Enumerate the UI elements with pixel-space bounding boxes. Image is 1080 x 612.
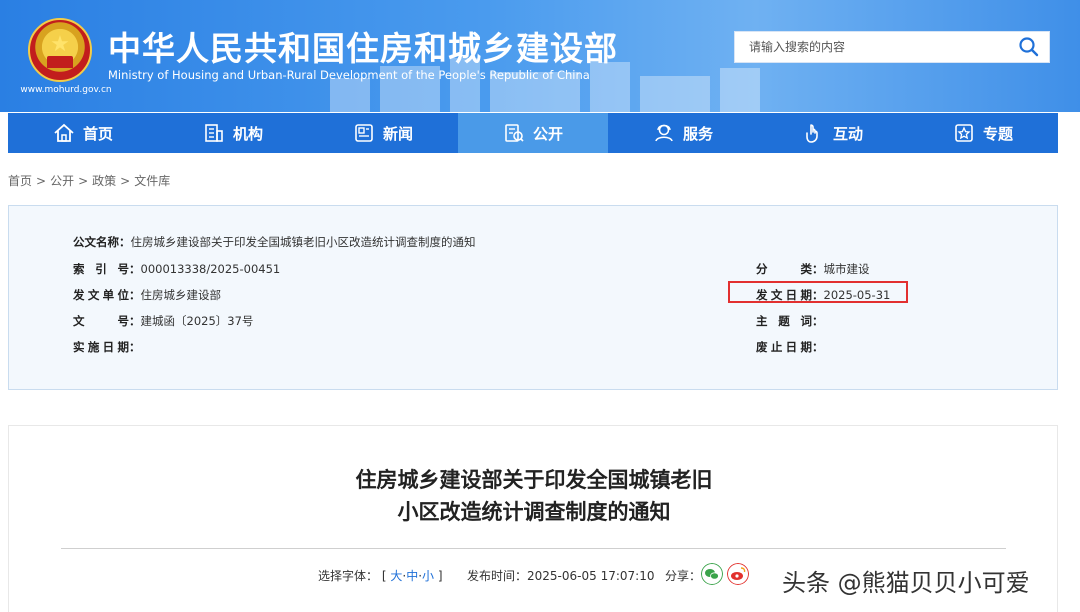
publish-time-value: 2025-06-05 17:07:10: [527, 569, 655, 583]
nav-item-service[interactable]: 服务: [608, 113, 758, 153]
meta-doc-no-value: 建城函〔2025〕37号: [140, 314, 254, 328]
font-size-medium[interactable]: 中: [406, 569, 418, 583]
nav-label: 新闻: [382, 124, 413, 143]
nav-label: 机构: [232, 124, 263, 143]
topic-icon: [955, 124, 973, 142]
meta-issuer-value: 住房城乡建设部: [140, 288, 222, 302]
nav-label: 服务: [682, 124, 713, 143]
building-icon: [205, 124, 223, 142]
home-icon: [54, 123, 74, 142]
breadcrumb-disclosure[interactable]: 公开: [50, 174, 74, 188]
meta-row-keywords: 主题词：: [756, 314, 824, 328]
nav-item-topic[interactable]: 专题: [908, 113, 1058, 153]
meta-category-value: 城市建设: [823, 262, 870, 276]
publish-time: 发布时间：2025-06-05 17:07:10: [467, 569, 655, 583]
nav-item-interaction[interactable]: 互动: [758, 113, 908, 153]
breadcrumb-file-library[interactable]: 文件库: [134, 174, 170, 188]
nav-item-disclosure[interactable]: 公开: [458, 113, 608, 153]
news-icon: [355, 124, 373, 142]
watermark-text: 头条 @熊猫贝贝小可爱: [782, 569, 1030, 597]
nav-item-organization[interactable]: 机构: [158, 113, 308, 153]
breadcrumb-home[interactable]: 首页: [8, 174, 32, 188]
disclosure-icon: [505, 124, 524, 142]
nav-item-news[interactable]: 新闻: [308, 113, 458, 153]
meta-doc-name-value: 住房城乡建设部关于印发全国城镇老旧小区改造统计调查制度的通知: [130, 235, 476, 249]
main-nav: 首页 机构 新闻 公开 服务 互动 专题: [8, 113, 1058, 153]
meta-index-no-value: 000013338/2025-00451: [140, 262, 281, 276]
nav-item-home[interactable]: 首页: [8, 113, 158, 153]
font-size-selector: 选择字体： [ 大·中·小 ]: [318, 569, 443, 583]
search-button[interactable]: [1017, 36, 1041, 58]
breadcrumb-policy[interactable]: 政策: [92, 174, 116, 188]
national-emblem-icon: ★: [28, 18, 92, 82]
breadcrumb: 首页 > 公开 > 政策 > 文件库: [8, 174, 171, 188]
issue-date-highlight-box: [728, 281, 908, 303]
page: ★ www.mohurd.gov.cn 中华人民共和国住房和城乡建设部 Mini…: [0, 0, 1080, 612]
nav-label: 互动: [832, 124, 863, 143]
search-box: [734, 31, 1050, 63]
site-header: ★ www.mohurd.gov.cn 中华人民共和国住房和城乡建设部 Mini…: [0, 0, 1080, 112]
font-size-large[interactable]: 大: [390, 569, 402, 583]
site-url: www.mohurd.gov.cn: [20, 85, 112, 95]
nav-label: 首页: [82, 124, 113, 143]
site-title-cn: 中华人民共和国住房和城乡建设部: [108, 29, 618, 68]
share-label: 分享：: [665, 569, 702, 583]
meta-row-doc-no: 文号：建城函〔2025〕37号: [73, 314, 254, 328]
nav-label: 专题: [982, 124, 1013, 143]
article-title-line-2: 小区改造统计调查制度的通知: [397, 500, 671, 524]
meta-row-issuer: 发文单位：住房城乡建设部: [73, 288, 222, 302]
meta-row-index-no: 索引号：000013338/2025-00451: [73, 262, 281, 276]
font-size-small[interactable]: 小: [422, 569, 434, 583]
article-divider: [61, 548, 1006, 549]
site-title-en: Ministry of Housing and Urban-Rural Deve…: [108, 68, 590, 82]
nav-label: 公开: [532, 124, 563, 143]
meta-row-doc-name: 公文名称：住房城乡建设部关于印发全国城镇老旧小区改造统计调查制度的通知: [73, 235, 476, 249]
search-input[interactable]: [735, 32, 1005, 62]
meta-row-category: 分类：城市建设: [756, 262, 870, 276]
wechat-share-icon[interactable]: [701, 563, 723, 585]
search-icon: [1019, 37, 1039, 57]
weibo-share-icon[interactable]: [727, 563, 749, 585]
interaction-icon: [806, 124, 818, 143]
service-icon: [655, 124, 673, 142]
article-title-line-1: 住房城乡建设部关于印发全国城镇老旧: [355, 468, 713, 492]
meta-row-effective-date: 实施日期：: [73, 340, 141, 354]
meta-row-expiry-date: 废止日期：: [756, 340, 824, 354]
